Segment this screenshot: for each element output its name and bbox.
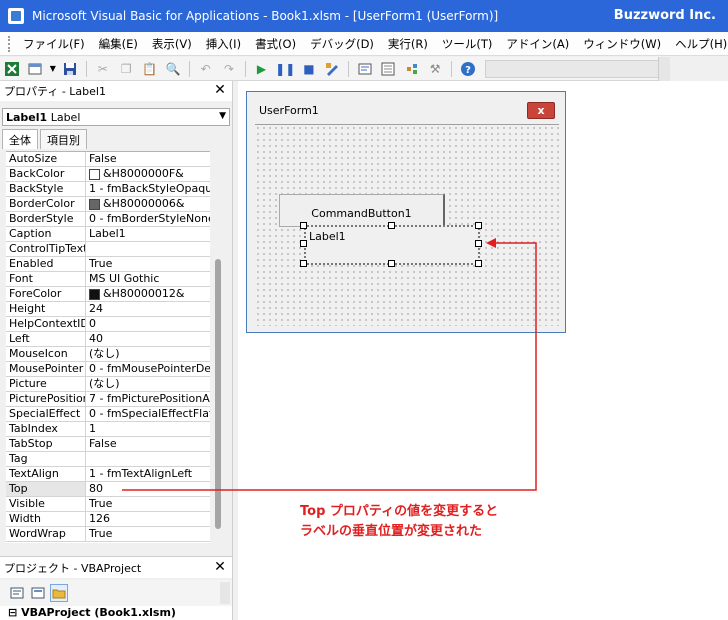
annotation-line [122,242,537,491]
annotation-arrowhead [486,238,496,248]
annotation-text: Top プロパティの値を変更すると ラベルの垂直位置が変更された [300,502,498,542]
annotation-line-1: Top プロパティの値を変更すると [300,504,499,519]
annotation-line-2: ラベルの垂直位置が変更された [300,524,483,539]
